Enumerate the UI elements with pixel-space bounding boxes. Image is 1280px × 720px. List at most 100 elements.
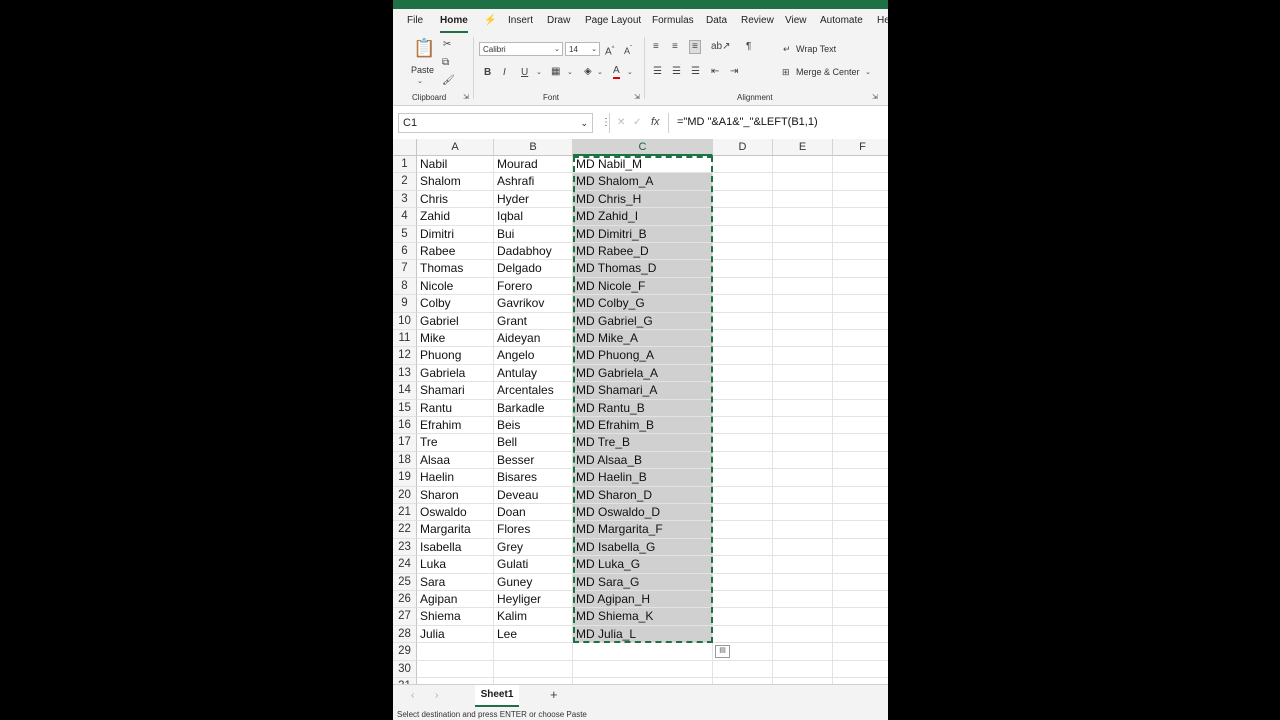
cell-a22[interactable]: Margarita bbox=[417, 521, 494, 539]
row-header[interactable]: 13 bbox=[393, 364, 417, 383]
cell-b8[interactable]: Forero bbox=[494, 277, 573, 296]
cell-e24[interactable] bbox=[773, 556, 833, 574]
cell-c5[interactable]: MD Dimitri_B bbox=[573, 225, 713, 243]
cell-e20[interactable] bbox=[773, 486, 833, 504]
cell-f1[interactable] bbox=[833, 156, 888, 174]
cell-f10[interactable] bbox=[833, 313, 888, 330]
cell-a5[interactable]: Dimitri bbox=[417, 225, 494, 243]
cell-d22[interactable] bbox=[713, 521, 773, 539]
cell-a2[interactable]: Shalom bbox=[417, 173, 494, 191]
cell-d27[interactable] bbox=[713, 608, 773, 626]
cell-c14[interactable]: MD Shamari_A bbox=[573, 382, 713, 400]
cell-b20[interactable]: Deveau bbox=[494, 486, 573, 504]
menu-help[interactable]: He bbox=[877, 15, 888, 26]
row-header[interactable]: 23 bbox=[393, 538, 417, 557]
increase-font-icon[interactable]: A^ bbox=[605, 43, 615, 58]
row-header[interactable]: 7 bbox=[393, 260, 417, 278]
menu-home[interactable]: Home bbox=[440, 15, 468, 26]
cell-b19[interactable]: Bisares bbox=[494, 469, 573, 487]
cell-b7[interactable]: Delgado bbox=[494, 260, 573, 278]
cell-d13[interactable] bbox=[713, 364, 773, 383]
cell-c11[interactable]: MD Mike_A bbox=[573, 330, 713, 348]
cell-b28[interactable]: Lee bbox=[494, 625, 573, 644]
cell-d5[interactable] bbox=[713, 225, 773, 243]
cell-d10[interactable] bbox=[713, 312, 773, 330]
cell-f7[interactable] bbox=[833, 260, 888, 278]
cell-d25[interactable] bbox=[713, 573, 773, 591]
cell-b5[interactable]: Bui bbox=[494, 225, 573, 243]
cell-b27[interactable]: Kalim bbox=[494, 608, 573, 626]
cell-a6[interactable]: Rabee bbox=[417, 243, 494, 261]
copy-icon[interactable]: ⧉ bbox=[442, 57, 449, 69]
cell-a3[interactable]: Chris bbox=[417, 190, 494, 209]
cell-e27[interactable] bbox=[773, 608, 833, 626]
cell-e11[interactable] bbox=[773, 330, 833, 348]
cell-e25[interactable] bbox=[773, 573, 833, 591]
cell-c18[interactable]: MD Alsaa_B bbox=[573, 451, 713, 470]
borders-icon[interactable]: ▦ bbox=[551, 66, 560, 78]
cell-d6[interactable] bbox=[713, 243, 773, 261]
chevron-down-icon[interactable]: ⌄ bbox=[567, 67, 573, 79]
row-header[interactable]: 28 bbox=[393, 625, 417, 644]
cell-a25[interactable]: Sara bbox=[417, 573, 494, 591]
paste-chevron-down-icon[interactable]: ⌄ bbox=[417, 76, 423, 88]
font-name-select[interactable]: Calibri ⌄ bbox=[479, 42, 563, 56]
cell-a17[interactable]: Tre bbox=[417, 434, 494, 452]
cell-c1[interactable]: MD Nabil_M bbox=[573, 156, 713, 174]
row-header[interactable]: 17 bbox=[393, 434, 417, 452]
cell-b14[interactable]: Arcentales bbox=[494, 382, 573, 400]
menu-page-layout[interactable]: Page Layout bbox=[585, 15, 641, 26]
chevron-down-icon[interactable]: ⌄ bbox=[536, 67, 542, 79]
cell-b9[interactable]: Gavrikov bbox=[494, 295, 573, 313]
cell-a8[interactable]: Nicole bbox=[417, 277, 494, 296]
row-header[interactable]: 14 bbox=[393, 382, 417, 400]
formula-input[interactable]: ="MD "&A1&"_"&LEFT(B1,1) bbox=[677, 116, 818, 128]
cell-f3[interactable] bbox=[833, 191, 888, 209]
cell-c28[interactable]: MD Julia_L bbox=[573, 625, 713, 644]
cell-c22[interactable]: MD Margarita_F bbox=[573, 521, 713, 539]
select-all-corner[interactable] bbox=[393, 139, 417, 156]
chevron-down-icon[interactable]: ⌄ bbox=[597, 67, 603, 79]
cell-f16[interactable] bbox=[833, 417, 888, 435]
menu-automate[interactable]: Automate bbox=[820, 15, 863, 26]
row-header[interactable]: 25 bbox=[393, 573, 417, 591]
cell-b15[interactable]: Barkadle bbox=[494, 399, 573, 417]
cell-d4[interactable] bbox=[713, 208, 773, 226]
cell-a28[interactable]: Julia bbox=[417, 625, 494, 644]
cancel-icon[interactable]: ✕ bbox=[617, 117, 625, 129]
row-header[interactable]: 21 bbox=[393, 504, 417, 522]
cell-f22[interactable] bbox=[833, 521, 888, 539]
row-header[interactable]: 16 bbox=[393, 417, 417, 435]
cell-e7[interactable] bbox=[773, 260, 833, 278]
column-header-a[interactable]: A bbox=[417, 139, 494, 156]
cut-icon[interactable]: ✂ bbox=[443, 39, 451, 51]
cell-e29[interactable] bbox=[773, 643, 833, 661]
cell-f11[interactable] bbox=[833, 330, 888, 348]
cell-c25[interactable]: MD Sara_G bbox=[573, 573, 713, 591]
cell-f24[interactable] bbox=[833, 556, 888, 574]
row-header[interactable]: 6 bbox=[393, 243, 417, 261]
row-header[interactable]: 29 bbox=[393, 643, 417, 661]
paste-options-icon[interactable]: ▤ bbox=[715, 645, 730, 658]
cell-e9[interactable] bbox=[773, 295, 833, 313]
row-header[interactable]: 3 bbox=[393, 190, 417, 209]
row-header[interactable]: 8 bbox=[393, 277, 417, 296]
row-header[interactable]: 20 bbox=[393, 486, 417, 504]
row-header[interactable]: 15 bbox=[393, 399, 417, 417]
fill-color-icon[interactable]: ◈ bbox=[584, 66, 592, 78]
cell-e13[interactable] bbox=[773, 364, 833, 383]
cell-a4[interactable]: Zahid bbox=[417, 208, 494, 226]
align-middle-icon[interactable]: ≡ bbox=[672, 41, 678, 53]
paste-button[interactable]: Paste bbox=[411, 65, 434, 75]
cell-b22[interactable]: Flores bbox=[494, 521, 573, 539]
cell-d21[interactable] bbox=[713, 504, 773, 522]
cell-d16[interactable] bbox=[713, 417, 773, 435]
cell-c2[interactable]: MD Shalom_A bbox=[573, 173, 713, 191]
row-header[interactable]: 9 bbox=[393, 295, 417, 313]
scroll-right-icon[interactable]: › bbox=[435, 690, 438, 702]
cell-f20[interactable] bbox=[833, 487, 888, 504]
row-header[interactable]: 12 bbox=[393, 347, 417, 365]
cell-b16[interactable]: Beis bbox=[494, 417, 573, 435]
row-header[interactable]: 4 bbox=[393, 208, 417, 226]
cell-f26[interactable] bbox=[833, 591, 888, 609]
